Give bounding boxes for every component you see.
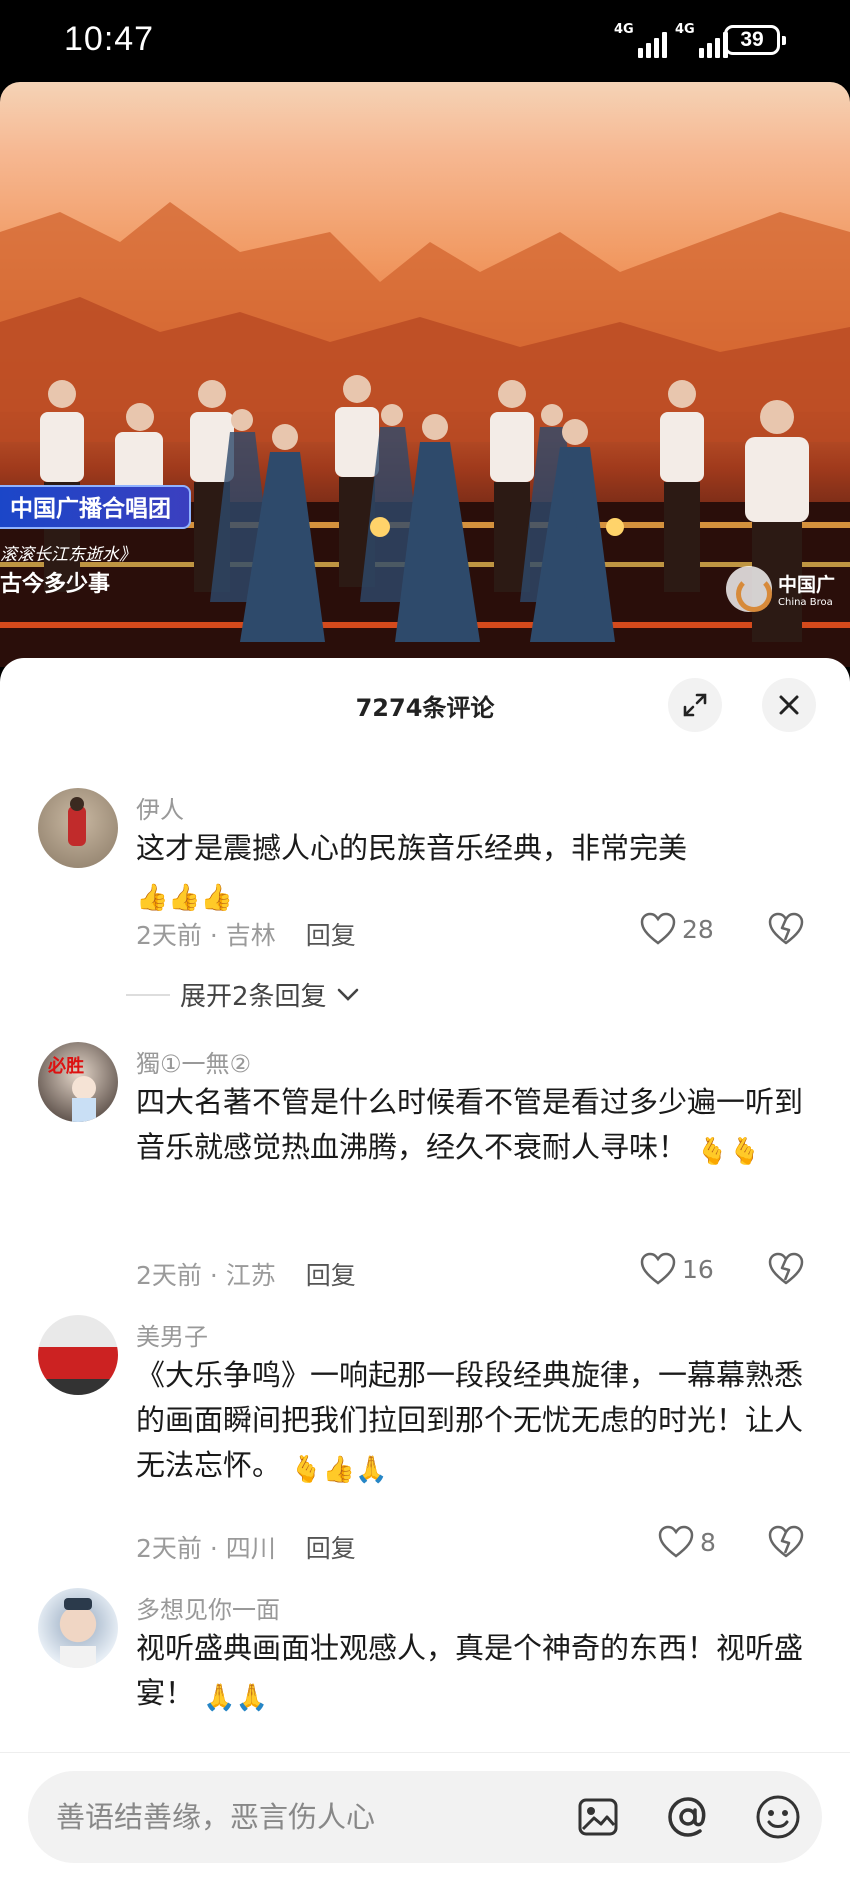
close-icon xyxy=(779,695,799,715)
comment-emojis: 🫰👍🙏 xyxy=(290,1455,388,1485)
image-button[interactable] xyxy=(574,1793,622,1841)
comment-emojis: 🫰🫰 xyxy=(696,1137,761,1167)
emoji-icon xyxy=(756,1795,800,1839)
dislike-button[interactable] xyxy=(768,1525,804,1563)
comment-meta: 2天前 · 江苏 回复 xyxy=(136,1261,356,1290)
close-button[interactable] xyxy=(762,678,816,732)
video-overlay-subtitle-2: 古今多少事 xyxy=(0,572,111,597)
comment-meta: 2天前 · 吉林 回复 xyxy=(136,921,356,950)
svg-text:必胜: 必胜 xyxy=(47,1055,84,1077)
comment-time: 2天前 xyxy=(136,1261,202,1290)
broadcaster-logo-subtext: China Broa xyxy=(778,597,833,608)
dislike-heart-icon xyxy=(768,1252,804,1285)
reply-button[interactable]: 回复 xyxy=(306,1261,356,1290)
expand-replies-button[interactable]: 展开2条回复 xyxy=(126,976,359,1013)
comment-text: 这才是震撼人心的民族音乐经典，非常完美 👍👍👍 xyxy=(136,826,816,921)
comment-emojis: 🙏🙏 xyxy=(203,1683,268,1713)
comment-location: 吉林 xyxy=(225,921,276,950)
comment-input[interactable] xyxy=(56,1793,556,1841)
comment-author[interactable]: 美男子 xyxy=(136,1317,208,1352)
image-icon xyxy=(578,1798,618,1836)
expand-replies-label: 展开2条回复 xyxy=(180,982,327,1012)
video-frame xyxy=(0,202,850,667)
comment-text: 《大乐争鸣》一响起那一段段经典旋律，一幕幕熟悉的画面瞬间把我们拉回到那个无忧无虑… xyxy=(136,1353,816,1493)
like-count: 8 xyxy=(700,1527,716,1557)
dislike-button[interactable] xyxy=(768,912,804,950)
avatar[interactable]: 必胜 xyxy=(38,1042,118,1122)
like-button[interactable]: 8 xyxy=(658,1525,716,1559)
comment-meta: 2天前 · 四川 回复 xyxy=(136,1534,356,1563)
dislike-heart-icon xyxy=(768,912,804,945)
comment-author[interactable]: 伊人 xyxy=(136,790,184,825)
broadcaster-logo-text: 中国广 xyxy=(778,574,836,596)
network-type-1: 4G xyxy=(614,22,634,37)
like-button[interactable]: 28 xyxy=(640,912,714,946)
comment-location: 四川 xyxy=(225,1534,276,1563)
heart-icon xyxy=(640,912,676,945)
comment-location: 江苏 xyxy=(225,1261,276,1290)
comment-text: 四大名著不管是什么时候看不管是看过多少遍一听到音乐就感觉热血沸腾，经久不衰耐人寻… xyxy=(136,1080,816,1175)
expand-button[interactable] xyxy=(668,678,722,732)
expand-icon xyxy=(683,693,707,717)
comment-body: 《大乐争鸣》一响起那一段段经典旋律，一幕幕熟悉的画面瞬间把我们拉回到那个无忧无虑… xyxy=(136,1358,804,1482)
like-button[interactable]: 16 xyxy=(640,1252,714,1286)
comments-sheet: 7274条评论 伊人 这才是震撼人心的民族音乐经典，非常完美 👍👍👍 2天前 ·… xyxy=(0,658,850,1881)
emoji-button[interactable] xyxy=(754,1793,802,1841)
chevron-down-icon xyxy=(337,988,358,1001)
screen: 10:47 4G 4G 39 中国广播合唱团 滚滚长江东逝水》 古今多少事 中国… xyxy=(0,0,850,1881)
heart-icon xyxy=(658,1525,694,1558)
broadcaster-logo: 中国广 China Broa xyxy=(726,566,835,612)
battery-icon: 39 xyxy=(724,25,786,55)
dislike-heart-icon xyxy=(768,1525,804,1558)
comment-author[interactable]: 多想见你一面 xyxy=(136,1590,280,1625)
video-overlay-title: 中国广播合唱团 xyxy=(0,485,191,529)
like-count: 28 xyxy=(682,914,714,944)
comment-author[interactable]: 獨①一無② xyxy=(136,1044,251,1079)
avatar[interactable] xyxy=(38,788,118,868)
reply-button[interactable]: 回复 xyxy=(306,921,356,950)
like-count: 16 xyxy=(682,1254,714,1284)
avatar[interactable] xyxy=(38,1588,118,1668)
broadcaster-logo-icon xyxy=(726,566,772,612)
dislike-button[interactable] xyxy=(768,1252,804,1290)
signal-2-icon: 4G xyxy=(675,22,728,58)
comment-time: 2天前 xyxy=(136,1534,202,1563)
signal-1-icon: 4G xyxy=(614,22,667,58)
comments-count-title: 7274条评论 xyxy=(355,694,495,722)
reply-button[interactable]: 回复 xyxy=(306,1534,356,1563)
network-type-2: 4G xyxy=(675,22,695,37)
comment-text: 视听盛典画面壮观感人，真是个神奇的东西！视听盛宴！ 🙏🙏 xyxy=(136,1626,816,1721)
comment-list[interactable]: 伊人 这才是震撼人心的民族音乐经典，非常完美 👍👍👍 2天前 · 吉林 回复 28 xyxy=(0,746,850,1746)
comment-time: 2天前 xyxy=(136,921,202,950)
comment-body: 这才是震撼人心的民族音乐经典，非常完美 xyxy=(136,831,688,865)
status-bar: 10:47 4G 4G 39 xyxy=(0,0,850,82)
status-time: 10:47 xyxy=(64,20,155,58)
comment-input-box[interactable] xyxy=(28,1771,822,1863)
video-overlay-subtitle-1: 滚滚长江东逝水》 xyxy=(0,545,136,565)
avatar[interactable] xyxy=(38,1315,118,1395)
comments-header: 7274条评论 xyxy=(0,658,850,746)
comment-emojis: 👍👍👍 xyxy=(136,883,234,913)
mention-button[interactable] xyxy=(664,1793,712,1841)
at-icon xyxy=(668,1797,706,1837)
video-player[interactable]: 中国广播合唱团 滚滚长江东逝水》 古今多少事 中国广 China Broa xyxy=(0,82,850,667)
comment-input-bar xyxy=(0,1752,850,1881)
heart-icon xyxy=(640,1252,676,1285)
